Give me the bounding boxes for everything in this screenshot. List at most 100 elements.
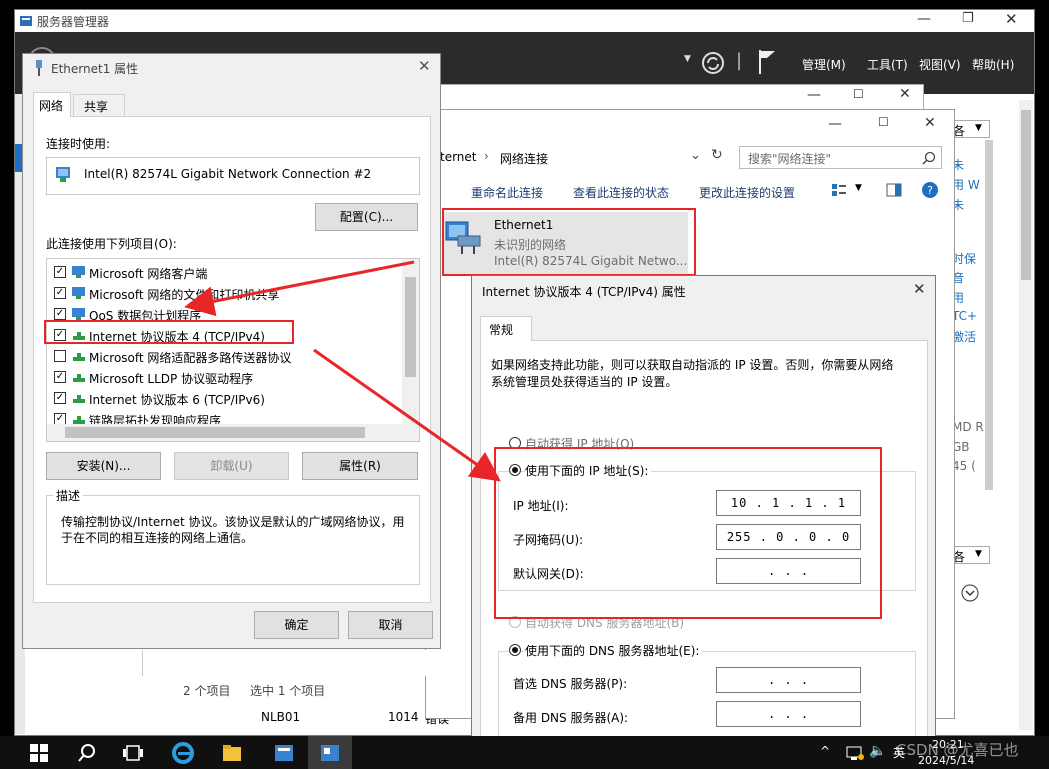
- install-button[interactable]: 安装(N)...: [46, 452, 161, 480]
- flag-icon[interactable]: [757, 49, 777, 75]
- window-title: 服务器管理器: [37, 15, 110, 29]
- checkbox[interactable]: ✓: [54, 266, 66, 278]
- panel-scrollbar[interactable]: [985, 140, 993, 490]
- menu-view[interactable]: 视图(V): [919, 56, 961, 73]
- uninstall-button: 卸载(U): [174, 452, 289, 480]
- fragment-text: 时保: [952, 252, 977, 266]
- highlight-adapter: [442, 208, 696, 276]
- cancel-button[interactable]: 取消: [348, 611, 433, 639]
- taskbar: ^ 🔈 英 20:21 2024/5/14 CSDN @尤喜已也: [0, 736, 1049, 769]
- file-share-icon: [72, 287, 85, 299]
- checkbox[interactable]: ✓: [54, 371, 66, 383]
- server-name-cell: NLB01: [261, 710, 301, 724]
- list-hscrollbar[interactable]: [47, 424, 419, 441]
- properties-button[interactable]: 属性(R): [302, 452, 418, 480]
- tab-sharing[interactable]: 共享: [73, 94, 125, 116]
- list-item[interactable]: ✓ Internet 协议版本 6 (TCP/IPv6): [47, 388, 397, 409]
- ipv4-properties-dialog: Internet 协议版本 4 (TCP/IPv4) 属性 ✕ 常规 如果网络支…: [471, 275, 936, 751]
- manual-dns-label[interactable]: 使用下面的 DNS 服务器地址(E):: [525, 642, 703, 659]
- help-icon[interactable]: ?: [921, 181, 939, 199]
- tab-label: 网络: [39, 99, 64, 113]
- network-connections-taskbar-icon: [321, 745, 339, 761]
- rename-connection-command[interactable]: 重命名此连接: [471, 184, 543, 201]
- list-item[interactable]: ✓ Microsoft 网络客户端: [47, 262, 397, 283]
- view-dropdown-icon[interactable]: ▼: [855, 183, 862, 193]
- view-status-command[interactable]: 查看此连接的状态: [573, 184, 669, 201]
- chevron-up-icon[interactable]: ^: [820, 744, 830, 758]
- configure-button[interactable]: 配置(C)...: [315, 203, 418, 231]
- close-button[interactable]: ✕: [913, 280, 926, 298]
- address-bar: ternet › 网络连接 ⌄ ↻ 搜索"网络连接": [426, 146, 954, 170]
- close-button[interactable]: ✕: [418, 57, 431, 75]
- client-icon: [72, 266, 85, 278]
- sm-scrollbar[interactable]: [1019, 100, 1033, 730]
- breadcrumb-separator: ›: [484, 149, 489, 163]
- tab-general[interactable]: 常规: [480, 316, 532, 341]
- menu-help[interactable]: 帮助(H): [972, 56, 1014, 73]
- preferred-dns-field[interactable]: . . .: [716, 667, 861, 693]
- tasks-dropdown[interactable]: 各 ▼: [950, 120, 990, 138]
- close-button[interactable]: ✕: [1005, 10, 1018, 28]
- description-group: 描述 传输控制协议/Internet 协议。该协议是默认的广域网络协议，用于在不…: [46, 487, 420, 585]
- item-label: Microsoft 网络的文件和打印机共享: [89, 288, 280, 302]
- maximize-button[interactable]: ☐: [853, 87, 864, 101]
- internet-explorer-icon[interactable]: [172, 742, 194, 764]
- status-item-count: 2 个项目: [183, 684, 231, 698]
- close-button[interactable]: ✕: [924, 115, 936, 131]
- intro-text: 如果网络支持此功能，则可以获取自动指派的 IP 设置。否则，你需要从网络系统管理…: [491, 358, 894, 389]
- protocol-icon: [73, 374, 85, 382]
- items-list[interactable]: ✓ Microsoft 网络客户端 ✓ Microsoft 网络的文件和打印机共…: [46, 258, 420, 442]
- menu-manage[interactable]: 管理(M): [802, 56, 846, 73]
- menu-tools[interactable]: 工具(T): [867, 56, 908, 73]
- search-input[interactable]: 搜索"网络连接": [739, 146, 942, 169]
- list-item[interactable]: ✓ Microsoft 网络的文件和打印机共享: [47, 283, 397, 304]
- protocol-icon: [73, 353, 85, 361]
- highlight-ip-settings: [494, 447, 882, 619]
- checkbox[interactable]: ✓: [54, 308, 66, 320]
- breadcrumb-parent[interactable]: ternet: [440, 150, 477, 164]
- windows-start-icon[interactable]: [28, 742, 50, 764]
- maximize-button[interactable]: ❐: [962, 11, 974, 26]
- alternate-dns-field[interactable]: . . .: [716, 701, 861, 727]
- fragment-text: 45 (: [952, 459, 976, 473]
- explorer-content-fill: [142, 650, 432, 676]
- close-button[interactable]: ✕: [899, 86, 911, 102]
- view-options-icon[interactable]: [831, 183, 847, 197]
- tab-network[interactable]: 网络: [33, 92, 71, 117]
- explorer-back-window: — ☐ ✕: [440, 84, 924, 110]
- chevron-down-icon[interactable]: ⌄: [690, 148, 701, 163]
- change-settings-command[interactable]: 更改此连接的设置: [699, 184, 795, 201]
- dropdown-icon[interactable]: ▼: [684, 54, 691, 64]
- checkbox[interactable]: ✓: [54, 287, 66, 299]
- refresh-icon[interactable]: [701, 51, 725, 75]
- network-status-icon[interactable]: [844, 742, 866, 764]
- list-item[interactable]: Microsoft 网络适配器多路传送器协议: [47, 346, 397, 367]
- maximize-button[interactable]: ☐: [878, 115, 889, 129]
- breadcrumb-current[interactable]: 网络连接: [500, 150, 548, 167]
- expand-circle-icon[interactable]: [961, 584, 979, 602]
- minimize-button[interactable]: —: [917, 11, 931, 27]
- task-view-icon[interactable]: [122, 742, 144, 764]
- search-icon[interactable]: [76, 742, 98, 764]
- minimize-button[interactable]: —: [807, 87, 821, 103]
- list-item[interactable]: ✓ Microsoft LLDP 协议驱动程序: [47, 367, 397, 388]
- minimize-button[interactable]: —: [828, 116, 842, 132]
- tab-label: 常规: [489, 323, 514, 337]
- speaker-icon[interactable]: 🔈: [869, 743, 886, 759]
- tasks-dropdown-2[interactable]: 各 ▼: [950, 546, 990, 564]
- manual-dns-radio[interactable]: [509, 644, 521, 656]
- code-cell: 1014: [388, 710, 419, 724]
- network-tab-panel: 连接时使用: Intel(R) 82574L Gigabit Network C…: [33, 116, 431, 603]
- active-app-tile[interactable]: [308, 736, 352, 769]
- checkbox[interactable]: ✓: [54, 392, 66, 404]
- preview-pane-icon[interactable]: [886, 183, 902, 197]
- list-vscrollbar[interactable]: [402, 259, 419, 424]
- refresh-icon[interactable]: ↻: [711, 147, 723, 163]
- server-manager-taskbar-icon[interactable]: [273, 742, 295, 764]
- file-explorer-icon[interactable]: [221, 742, 243, 764]
- protocol-icon: [73, 395, 85, 403]
- fragment-text: MD R: [952, 420, 984, 434]
- checkbox[interactable]: [54, 350, 66, 362]
- dialog-title: Ethernet1 属性: [51, 62, 139, 76]
- ok-button[interactable]: 确定: [254, 611, 339, 639]
